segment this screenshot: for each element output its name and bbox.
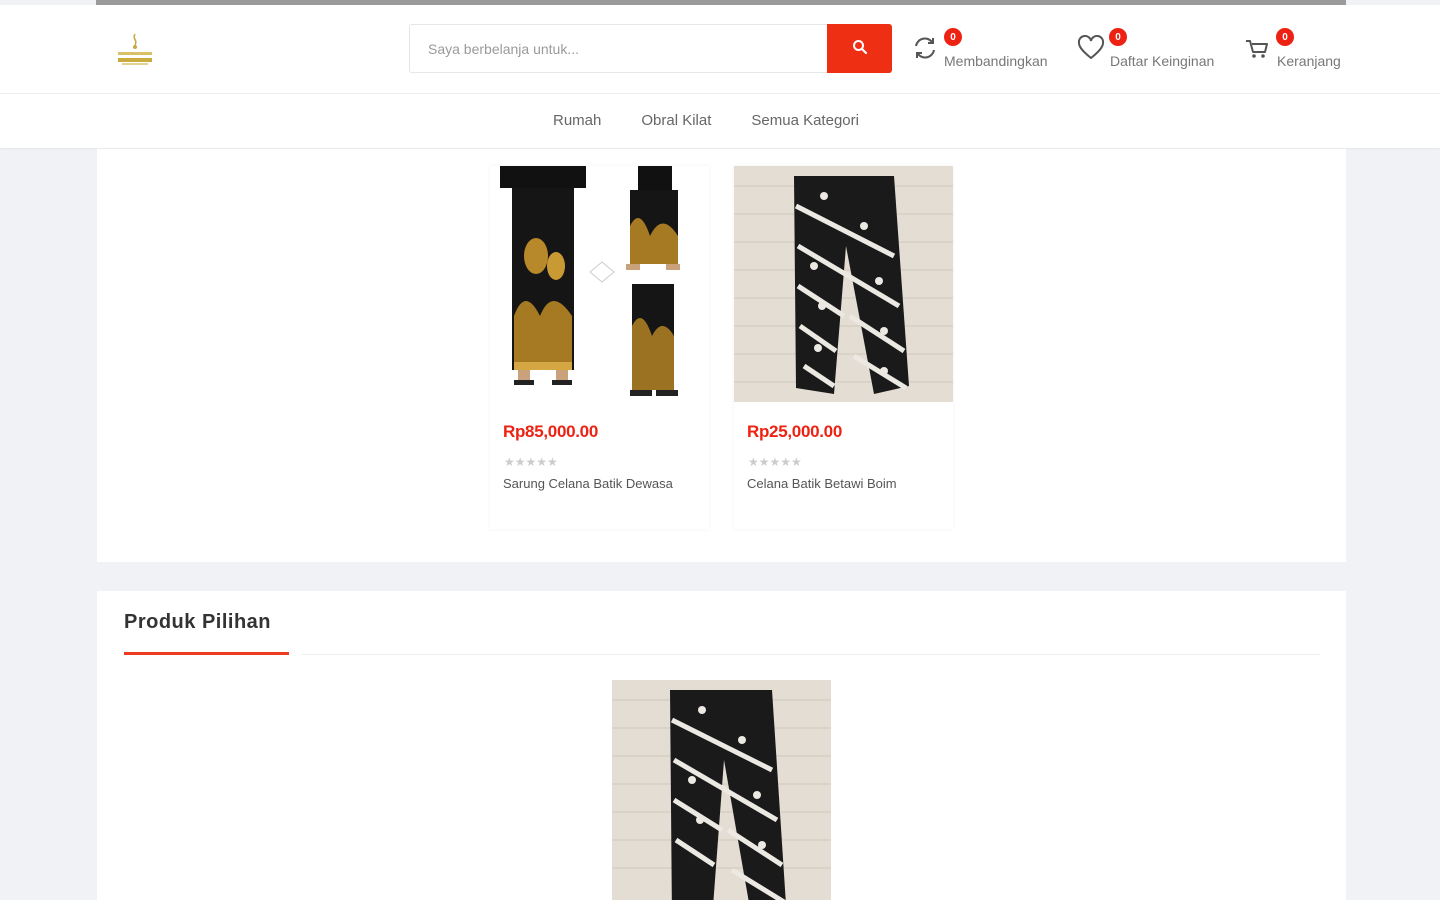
cart-button[interactable]: 0 Keranjang (1244, 28, 1341, 75)
site-header: 0 Membandingkan 0 Daftar Keinginan 0 Ker… (0, 5, 1440, 93)
product-card[interactable]: Rp85,000.00 ★★★★★ Sarung Celana Batik De… (490, 166, 709, 529)
product-grid-panel: Rp85,000.00 ★★★★★ Sarung Celana Batik De… (97, 149, 1346, 562)
section-title: Produk Pilihan (124, 611, 272, 633)
nav-item-flash-sale[interactable]: Obral Kilat (641, 112, 711, 129)
cart-label: Keranjang (1277, 53, 1341, 69)
nav-item-all-categories[interactable]: Semua Kategori (751, 112, 859, 129)
rating-stars: ★★★★★ (504, 455, 558, 469)
title-underline (124, 652, 289, 655)
product-card[interactable]: Rp25,000.00 ★★★★★ Celana Batik Betawi Bo… (734, 166, 953, 529)
nav-item-home[interactable]: Rumah (553, 112, 601, 129)
compare-button[interactable]: 0 Membandingkan (912, 28, 1048, 75)
featured-products-panel: Produk Pilihan (97, 591, 1346, 900)
product-image[interactable] (490, 166, 709, 402)
cart-count-badge: 0 (1276, 28, 1294, 46)
product-price: Rp25,000.00 (747, 422, 842, 441)
featured-product-image[interactable] (612, 680, 831, 900)
cart-icon (1244, 35, 1270, 61)
wishlist-count-badge: 0 (1109, 28, 1127, 46)
search-bar (409, 24, 892, 73)
wishlist-button[interactable]: 0 Daftar Keinginan (1077, 28, 1214, 75)
store-logo[interactable] (114, 30, 156, 70)
product-name[interactable]: Sarung Celana Batik Dewasa (503, 474, 693, 494)
refresh-icon (912, 35, 938, 61)
product-name[interactable]: Celana Batik Betawi Boim (747, 474, 937, 494)
rating-stars: ★★★★★ (748, 455, 802, 469)
wishlist-label: Daftar Keinginan (1110, 53, 1215, 69)
search-input[interactable] (409, 24, 827, 73)
compare-count-badge: 0 (944, 28, 962, 46)
product-price: Rp85,000.00 (503, 422, 598, 441)
search-button[interactable] (827, 24, 892, 73)
divider (302, 654, 1320, 655)
heart-icon (1077, 34, 1105, 61)
search-icon (852, 39, 868, 58)
compare-label: Membandingkan (944, 53, 1048, 69)
main-nav: Rumah Obral Kilat Semua Kategori (0, 93, 1440, 148)
product-image[interactable] (734, 166, 953, 402)
